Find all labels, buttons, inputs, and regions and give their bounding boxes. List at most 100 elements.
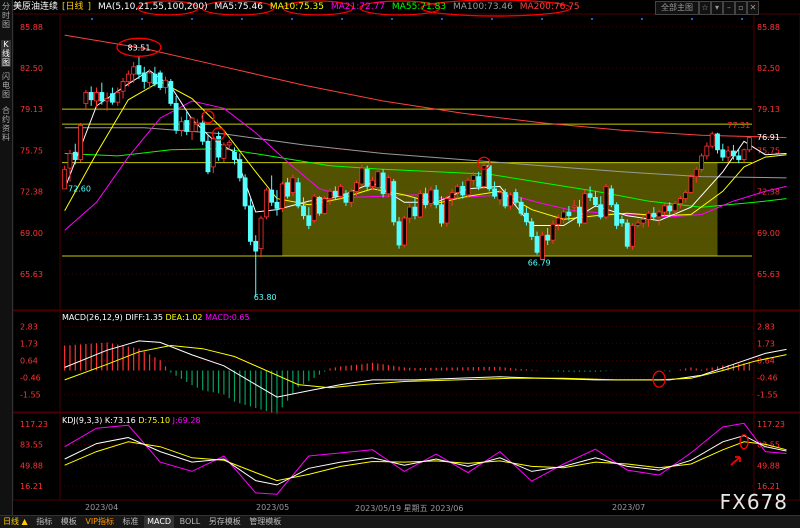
candle-body xyxy=(306,215,312,226)
sidebar-item-flash[interactable]: 闪电图 xyxy=(1,72,11,99)
candle-body xyxy=(524,212,529,223)
candle-body xyxy=(518,201,524,214)
ma5-value: MA5:75.46 xyxy=(214,2,263,12)
candle-body xyxy=(311,195,317,221)
minimize-icon[interactable]: – xyxy=(723,1,735,15)
period-dropdown[interactable]: 日线 ▲ xyxy=(0,516,31,528)
candle-body xyxy=(120,81,126,92)
candle-body xyxy=(614,204,620,226)
dropdown-icon[interactable]: ▾ xyxy=(711,1,723,15)
candle-body xyxy=(189,117,195,132)
trend-arrow-icon xyxy=(730,456,741,466)
candle-body xyxy=(486,165,492,190)
candle-body xyxy=(210,138,216,168)
candle-body xyxy=(704,145,710,157)
candle-body xyxy=(640,218,646,224)
candle-body xyxy=(104,98,110,102)
candle-body xyxy=(290,177,296,193)
sidebar-item-kline[interactable]: K线图 xyxy=(1,40,11,67)
candle-body xyxy=(354,182,359,192)
close-icon[interactable]: ✕ xyxy=(747,1,759,15)
macd-dea-line xyxy=(64,344,787,389)
candle-body xyxy=(359,167,365,185)
x-label: 2023/05/19 星期五 2023/06 xyxy=(355,504,464,513)
consolidation-range-box xyxy=(282,162,718,256)
price-pane xyxy=(12,13,800,311)
candle-body xyxy=(683,192,689,200)
candle-body xyxy=(226,142,232,146)
tab-vip-indicator[interactable]: VIP指标 xyxy=(82,516,117,528)
save-template-button[interactable]: 另存模板 xyxy=(206,516,244,528)
bottom-toolbar: 日线 ▲ 指标 模板 VIP指标 标准 MACD BOLL 另存模板 管理模板 xyxy=(0,515,800,528)
ma55-value: MA55:71.83 xyxy=(391,2,447,12)
kdj-k: K:73.16 xyxy=(104,416,136,425)
candle-body xyxy=(672,203,678,212)
event-marker xyxy=(91,18,93,20)
candle-body xyxy=(115,92,121,103)
macd-pane xyxy=(12,310,800,413)
candle-body xyxy=(131,66,137,75)
candle-body xyxy=(593,196,598,206)
price-axis-tick-label: 75.75 xyxy=(20,146,43,155)
macd-axis-tick-label: 2.83 xyxy=(757,322,775,331)
candle-body xyxy=(667,205,673,212)
candle-body xyxy=(439,204,444,224)
period-label[interactable]: 日线 xyxy=(66,2,84,12)
candle-body xyxy=(99,92,105,102)
symbol-name[interactable]: 美原油连续 xyxy=(13,2,58,12)
event-marker xyxy=(191,18,193,20)
price-axis-tick-label: 65.63 xyxy=(20,270,43,279)
tab-boll[interactable]: BOLL xyxy=(177,516,204,528)
candle-body xyxy=(465,179,471,196)
sidebar-item-timeshare[interactable]: 分时图 xyxy=(1,2,11,29)
candle-body xyxy=(258,217,264,250)
candle-body xyxy=(152,73,158,85)
candle-body xyxy=(619,218,625,224)
candle-body xyxy=(715,133,720,151)
candle-body xyxy=(470,175,476,181)
tab-indicator[interactable]: 指标 xyxy=(33,516,55,528)
kdj-j-line xyxy=(64,422,787,495)
price-axis-tick-label: 65.63 xyxy=(757,270,780,279)
sidebar-item-contract[interactable]: 合约资料 xyxy=(1,106,11,142)
candle-body xyxy=(279,183,285,209)
candle-body xyxy=(746,137,752,151)
candle-body xyxy=(248,205,253,242)
candle-body xyxy=(163,79,168,88)
chart-canvas[interactable]: 85.88 85.8882.50 82.5079.13 79.1375.75 75.75… xyxy=(0,0,800,527)
recent-high-annotation: 77.31 xyxy=(727,121,750,130)
tab-standard[interactable]: 标准 xyxy=(120,516,142,528)
star-icon[interactable]: ☆ xyxy=(699,1,711,15)
tab-template[interactable]: 模板 xyxy=(58,516,80,528)
candle-body xyxy=(72,151,78,160)
x-label: 2023/07 xyxy=(612,503,646,512)
manage-template-button[interactable]: 管理模板 xyxy=(246,516,284,528)
full-screen-button[interactable]: 全部主图 xyxy=(655,1,699,15)
macd-label: MACD(26,12,9) xyxy=(62,313,123,322)
tab-macd[interactable]: MACD xyxy=(144,516,175,528)
candle-body xyxy=(237,159,243,179)
candle-body xyxy=(184,120,190,132)
event-marker xyxy=(541,18,543,20)
watermark-logo: FX678 xyxy=(719,490,788,514)
candle-body xyxy=(269,189,275,203)
candle-body xyxy=(88,92,94,101)
start-price-annotation: 72.60 xyxy=(68,184,91,193)
candle-body xyxy=(285,182,290,197)
macd-axis-tick-label: -1.55 xyxy=(757,391,778,400)
last-price-label: 76.91 xyxy=(757,133,780,142)
candle-body xyxy=(370,179,375,187)
restore-icon[interactable]: ▫ xyxy=(735,1,747,15)
candle-body xyxy=(364,168,370,187)
kdj-d: D:75.10 xyxy=(138,416,171,425)
candle-body xyxy=(157,72,163,88)
price-axis-tick-label: 72.38 xyxy=(20,188,43,197)
candle-body xyxy=(529,221,535,237)
candle-body xyxy=(492,188,497,197)
candle-body xyxy=(539,234,545,261)
macd-axis-tick-label: 2.83 xyxy=(20,322,38,331)
price-axis-tick-label: 85.88 xyxy=(20,23,43,32)
candle-body xyxy=(110,93,115,103)
candle-body xyxy=(136,65,142,75)
event-marker xyxy=(591,18,593,20)
